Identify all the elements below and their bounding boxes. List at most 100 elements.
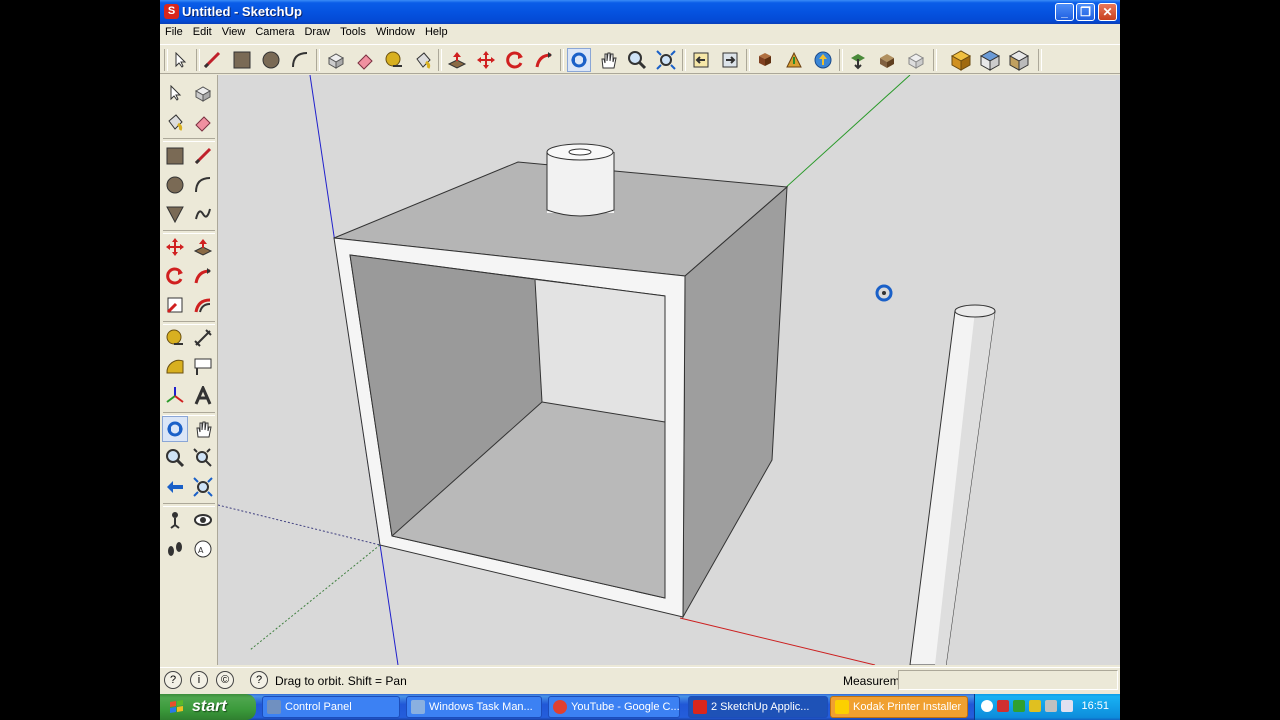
zoom-extents-icon[interactable] (190, 474, 216, 500)
eraser-icon[interactable] (190, 109, 216, 135)
long-pipe[interactable] (909, 304, 996, 665)
walk-icon[interactable] (162, 536, 188, 562)
scale-icon[interactable] (162, 292, 188, 318)
polygon-icon[interactable] (162, 201, 188, 227)
geo-location-icon[interactable]: ? (164, 671, 182, 689)
text-icon[interactable] (190, 354, 216, 380)
paint-bucket-icon[interactable] (162, 109, 188, 135)
task-label: Windows Task Man... (429, 701, 533, 713)
task-youtube-chrome[interactable]: YouTube - Google C... (548, 696, 680, 718)
circle-icon[interactable] (259, 48, 283, 72)
maximize-button[interactable]: ❐ (1076, 3, 1095, 21)
select-icon[interactable] (168, 48, 192, 72)
follow-me-icon[interactable] (190, 263, 216, 289)
tray-arrow-icon[interactable] (981, 700, 993, 712)
menu-view[interactable]: View (217, 24, 251, 38)
paint-bucket-icon[interactable] (411, 48, 435, 72)
title-bar[interactable]: S Untitled - SketchUp _ ❐ ✕ (160, 0, 1120, 24)
push-pull-icon[interactable] (445, 48, 469, 72)
circle-icon[interactable] (162, 172, 188, 198)
toolbar-separator (682, 49, 686, 71)
zoom-window-icon[interactable] (190, 445, 216, 471)
network-icon[interactable] (1013, 700, 1025, 712)
task-kodak-printer-installer[interactable]: Kodak Printer Installer (830, 696, 968, 718)
credits-icon[interactable]: i (190, 671, 208, 689)
security-shield-icon[interactable] (1029, 700, 1041, 712)
task-label: Kodak Printer Installer (853, 701, 962, 713)
orbit-icon[interactable] (162, 416, 188, 442)
eraser-icon[interactable] (353, 48, 377, 72)
task-control-panel[interactable]: Control Panel (262, 696, 400, 718)
sketchup-app-icon[interactable]: S (164, 4, 179, 19)
position-camera-icon[interactable] (162, 507, 188, 533)
axes-icon[interactable] (162, 383, 188, 409)
line-icon[interactable] (190, 143, 216, 169)
pan-icon[interactable] (190, 416, 216, 442)
select-icon[interactable] (162, 80, 188, 106)
dimension-icon[interactable] (190, 325, 216, 351)
arc-icon[interactable] (288, 48, 312, 72)
menu-help[interactable]: Help (420, 24, 453, 38)
look-around-icon[interactable] (190, 507, 216, 533)
menu-edit[interactable]: Edit (188, 24, 217, 38)
protractor-icon[interactable] (162, 354, 188, 380)
menu-camera[interactable]: Camera (250, 24, 299, 38)
arc-icon[interactable] (190, 172, 216, 198)
3d-text-icon[interactable] (190, 383, 216, 409)
antivirus-icon[interactable] (997, 700, 1009, 712)
iso-view-icon[interactable] (949, 48, 973, 72)
menu-file[interactable]: File (160, 24, 188, 38)
measurements-input[interactable] (898, 670, 1118, 690)
volume-icon[interactable] (1045, 700, 1057, 712)
task-windows-task-manager[interactable]: Windows Task Man... (406, 696, 542, 718)
printer-icon[interactable] (1061, 700, 1073, 712)
share-model-icon[interactable] (811, 48, 835, 72)
top-view-icon[interactable] (978, 48, 1002, 72)
add-location-icon[interactable] (904, 48, 928, 72)
move-icon[interactable] (162, 234, 188, 260)
task-sketchup-group[interactable]: 2 SketchUp Applic... (688, 696, 828, 718)
toggle-terrain-icon[interactable] (875, 48, 899, 72)
zoom-extents-icon[interactable] (654, 48, 678, 72)
rectangle-icon[interactable] (230, 48, 254, 72)
front-view-icon[interactable] (1007, 48, 1031, 72)
menu-draw[interactable]: Draw (299, 24, 335, 38)
get-current-view-icon[interactable] (846, 48, 870, 72)
follow-me-icon[interactable] (532, 48, 556, 72)
help-icon[interactable]: ? (250, 671, 268, 689)
top-cylinder[interactable] (546, 143, 615, 217)
make-component-icon[interactable] (190, 80, 216, 106)
place-model-icon[interactable] (753, 48, 777, 72)
minimize-button[interactable]: _ (1055, 3, 1074, 21)
next-view-icon[interactable] (718, 48, 742, 72)
model-viewport[interactable] (218, 75, 1120, 665)
orbit-icon[interactable] (567, 48, 591, 72)
move-icon[interactable] (474, 48, 498, 72)
freehand-icon[interactable] (190, 201, 216, 227)
clock[interactable]: 16:51 (1081, 700, 1109, 712)
chrome-icon (553, 700, 567, 714)
menu-window[interactable]: Window (371, 24, 420, 38)
previous-view-icon[interactable] (689, 48, 713, 72)
previous-view-icon[interactable] (162, 474, 188, 500)
tape-measure-icon[interactable] (162, 325, 188, 351)
rotate-icon[interactable] (503, 48, 527, 72)
pan-icon[interactable] (596, 48, 620, 72)
get-models-icon[interactable] (782, 48, 806, 72)
start-button[interactable]: start (160, 694, 256, 720)
line-icon[interactable] (200, 48, 224, 72)
offset-icon[interactable] (190, 292, 216, 318)
close-button[interactable]: ✕ (1098, 3, 1117, 21)
zoom-icon[interactable] (625, 48, 649, 72)
rectangle-icon[interactable] (162, 143, 188, 169)
make-component-icon[interactable] (324, 48, 348, 72)
tape-measure-icon[interactable] (382, 48, 406, 72)
zoom-icon[interactable] (162, 445, 188, 471)
model-drawing[interactable] (218, 75, 1120, 665)
rotate-icon[interactable] (162, 263, 188, 289)
push-pull-icon[interactable] (190, 234, 216, 260)
hollow-box[interactable] (333, 161, 789, 619)
menu-tools[interactable]: Tools (335, 24, 371, 38)
copyright-icon[interactable]: © (216, 671, 234, 689)
section-plane-icon[interactable]: A (190, 536, 216, 562)
